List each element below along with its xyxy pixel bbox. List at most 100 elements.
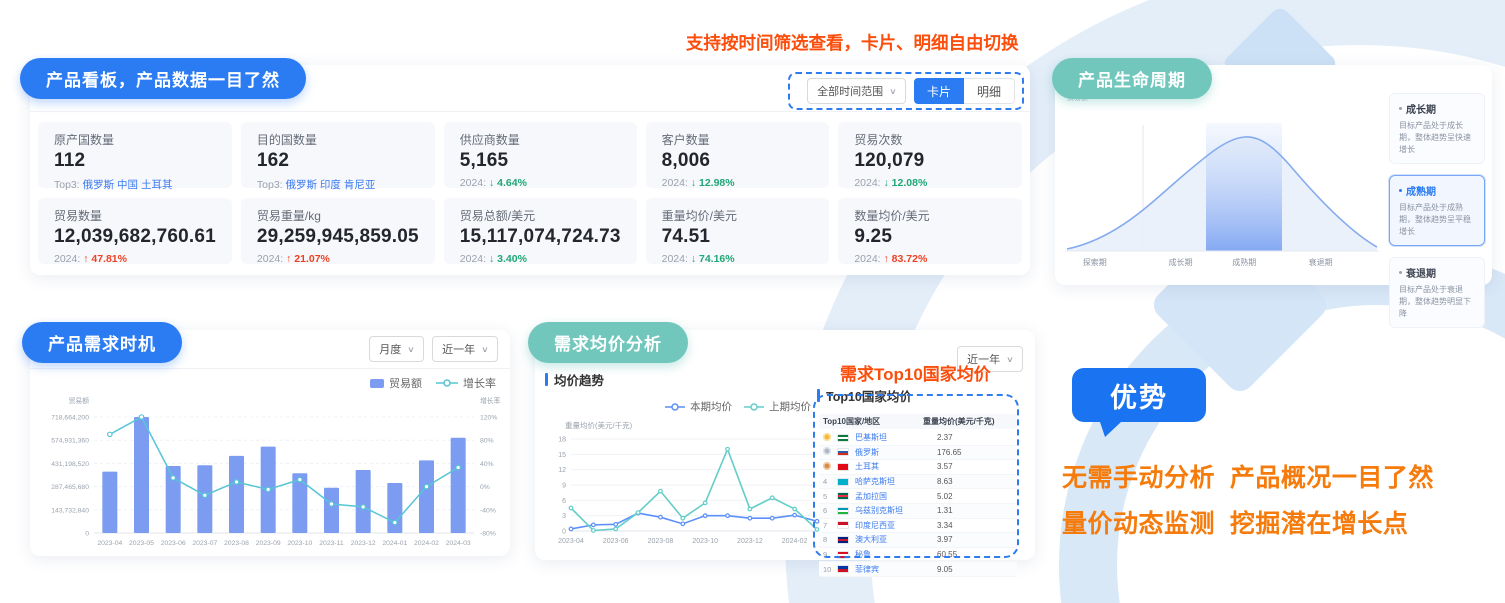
stat-value: 15,117,074,724.73: [460, 226, 621, 248]
lifecycle-card-成长期[interactable]: 成长期 目标产品处于成长期，整体趋势呈快速增长: [1389, 93, 1485, 164]
country-link[interactable]: 澳大利亚: [855, 534, 923, 545]
lifecycle-phase-labels: 探索期成长期成熟期衰退期: [1063, 257, 1381, 269]
svg-text:2023-08: 2023-08: [648, 538, 674, 545]
phase-label: 探索期: [1083, 257, 1107, 268]
top3-links[interactable]: 俄罗斯 印度 肯尼亚: [286, 179, 376, 191]
legend-trade-amount[interactable]: 贸易额: [370, 375, 422, 391]
maturity-highlight-band: [1206, 123, 1282, 251]
stat-label: 供应商数量: [460, 131, 621, 148]
card-view-button[interactable]: 卡片: [914, 78, 964, 104]
svg-text:12: 12: [558, 467, 566, 474]
country-link[interactable]: 哈萨克斯坦: [855, 476, 923, 487]
country-link[interactable]: 俄罗斯: [855, 447, 923, 458]
annotation-top10-price: 需求Top10国家均价: [840, 360, 991, 385]
advantage-text: 无需手动分析 产品概况一目了然 量价动态监测 挖掘潜在增长点: [1062, 466, 1434, 558]
svg-text:3: 3: [562, 513, 566, 520]
svg-text:15: 15: [558, 452, 566, 459]
svg-text:0: 0: [85, 531, 89, 538]
stat-delta: 2024: ↓ 3.40%: [460, 253, 621, 265]
flag-icon: [837, 507, 849, 515]
avg-price-value: 9.05: [923, 565, 1013, 574]
dashboard-title-pill: 产品看板，产品数据一目了然: [20, 58, 306, 99]
dot-icon: [1399, 107, 1402, 110]
stat-card: 贸易重量/kg 29,259,945,859.052024: ↑ 21.07%: [241, 198, 435, 264]
detail-view-button[interactable]: 明细: [964, 78, 1015, 104]
line-legend-icon: [436, 378, 458, 388]
phase-label: 成长期: [1169, 257, 1193, 268]
avg-price-value: 176.65: [923, 448, 1013, 457]
stat-value: 9.25: [854, 226, 1006, 248]
country-link[interactable]: 印度尼西亚: [855, 520, 923, 531]
stat-card: 数量均价/美元 9.252024: ↑ 83.72%: [838, 198, 1022, 264]
top10-row: 5孟加拉国5.02: [819, 489, 1017, 504]
svg-text:-40%: -40%: [480, 507, 496, 514]
svg-text:2024-01: 2024-01: [382, 540, 407, 547]
column-avg-price: 重量均价(美元/千克): [923, 416, 1013, 427]
avg-price-value: 3.57: [923, 462, 1013, 471]
svg-text:2024-03: 2024-03: [446, 540, 471, 547]
country-link[interactable]: 巴基斯坦: [855, 432, 923, 443]
line-legend-icon: [665, 402, 685, 412]
svg-text:2023-12: 2023-12: [351, 540, 376, 547]
demand-bar-line-chart: 718,664,200120%574,931,36080%431,198,520…: [32, 395, 508, 553]
up-arrow-icon: ↑ 47.81%: [83, 253, 127, 265]
svg-text:贸易额: 贸易额: [69, 396, 90, 405]
avg-price-value: 2.37: [923, 433, 1013, 442]
rank-number: 7: [823, 521, 837, 530]
stat-label: 贸易重量/kg: [257, 207, 419, 224]
demand-chart-legend: 贸易额 增长率: [30, 369, 510, 391]
stat-label: 目的国数量: [257, 131, 419, 148]
rank-number: 6: [823, 506, 837, 515]
flag-icon: [837, 478, 849, 486]
rank-number: 5: [823, 492, 837, 501]
top10-table-body: 巴基斯坦2.37俄罗斯176.65土耳其3.574哈萨克斯坦8.635孟加拉国5…: [819, 431, 1017, 577]
country-link[interactable]: 菲律宾: [855, 564, 923, 575]
flag-icon: [837, 565, 849, 573]
stage-description: 目标产品处于成熟期，整体趋势呈平稳增长: [1399, 202, 1475, 238]
svg-text:2023-04: 2023-04: [558, 538, 584, 545]
flag-icon: [837, 551, 849, 559]
price-chart-legend: 本期均价 上期均价: [545, 389, 815, 414]
svg-text:2024-02: 2024-02: [414, 540, 439, 547]
svg-text:-80%: -80%: [480, 531, 496, 538]
lifecycle-card-衰退期[interactable]: 衰退期 目标产品处于衰退期，整体趋势明显下降: [1389, 257, 1485, 328]
country-link[interactable]: 土耳其: [855, 461, 923, 472]
stat-delta: 2024: ↑ 47.81%: [54, 253, 216, 265]
svg-text:2023-11: 2023-11: [319, 540, 344, 547]
top10-table-header: Top10国家/地区 重量均价(美元/千克): [819, 414, 1017, 429]
legend-previous-price[interactable]: 上期均价: [744, 399, 811, 414]
svg-text:2023-06: 2023-06: [603, 538, 629, 545]
stat-delta: 2024: ↓ 12.98%: [662, 177, 814, 189]
country-link[interactable]: 孟加拉国: [855, 491, 923, 502]
rank-number: 10: [823, 565, 837, 574]
country-link[interactable]: 秘鲁: [855, 549, 923, 560]
legend-growth-rate[interactable]: 增长率: [436, 375, 496, 391]
stat-card: 贸易次数 120,0792024: ↓ 12.08%: [838, 122, 1022, 188]
avg-price-value: 1.31: [923, 506, 1013, 515]
price-line-chart: 18151296302023-042023-062023-082023-1020…: [545, 431, 825, 561]
flag-icon: [837, 536, 849, 544]
top3-links[interactable]: 俄罗斯 中国 土耳其: [83, 179, 173, 191]
period-select[interactable]: 月度 ∨: [369, 336, 424, 362]
stage-description: 目标产品处于成长期，整体趋势呈快速增长: [1399, 120, 1475, 156]
rank-number: 4: [823, 477, 837, 486]
top10-row: 8澳大利亚3.97: [819, 533, 1017, 548]
down-arrow-icon: ↓ 74.16%: [691, 253, 735, 265]
lifecycle-card-成熟期[interactable]: 成熟期 目标产品处于成熟期，整体趋势呈平稳增长: [1389, 175, 1485, 246]
top10-row: 6 乌兹别克斯坦1.31: [819, 504, 1017, 519]
time-range-select[interactable]: 全部时间范围 ∨: [807, 78, 906, 104]
avg-price-value: 3.34: [923, 521, 1013, 530]
column-country: Top10国家/地区: [823, 416, 923, 427]
svg-text:2024-02: 2024-02: [782, 538, 808, 545]
country-link[interactable]: 乌兹别克斯坦: [855, 505, 923, 516]
advantage-line-1: 无需手动分析 产品概况一目了然: [1062, 466, 1434, 491]
legend-current-price[interactable]: 本期均价: [665, 399, 732, 414]
range-select[interactable]: 近一年 ∨: [432, 336, 498, 362]
stat-delta: 2024: ↑ 83.72%: [854, 253, 1006, 265]
stat-card: 原产国数量 112Top3: 俄罗斯 中国 土耳其: [38, 122, 232, 188]
view-switch: 卡片 明细: [914, 78, 1015, 104]
svg-text:2023-07: 2023-07: [192, 540, 217, 547]
svg-text:431,198,520: 431,198,520: [51, 461, 89, 468]
avg-price-value: 60.55: [923, 550, 1013, 559]
svg-text:2023-04: 2023-04: [97, 540, 122, 547]
